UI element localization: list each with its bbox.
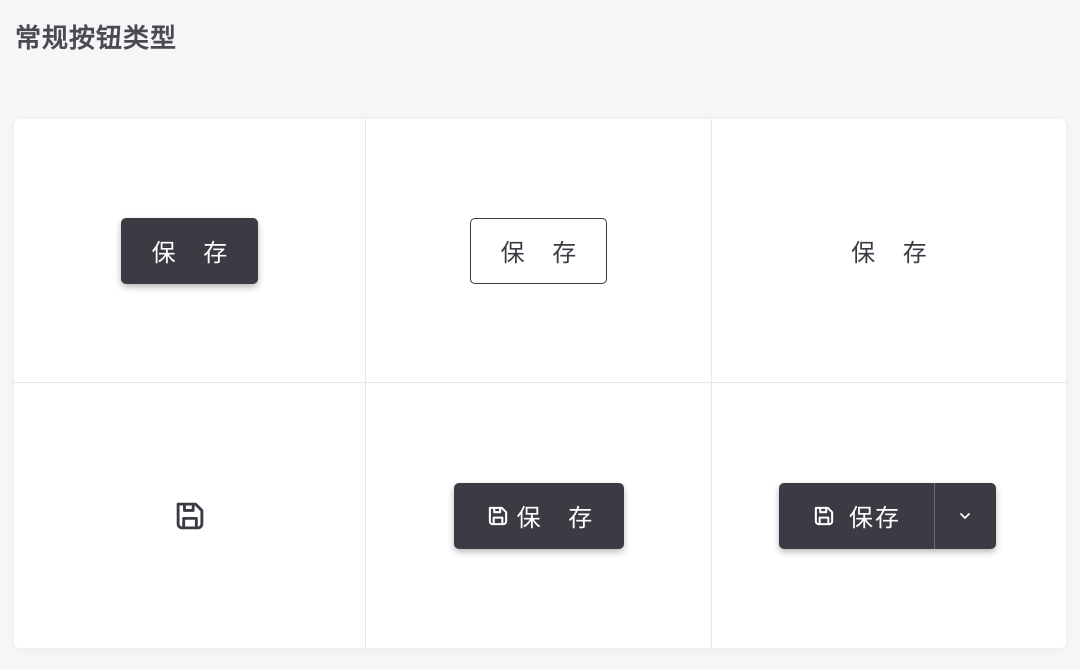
- cell-split-button: 保存: [712, 383, 1066, 648]
- button-showcase-panel: 保 存 保 存 保 存 保 存 保存: [14, 119, 1066, 648]
- save-button-outline[interactable]: 保 存: [470, 217, 607, 284]
- save-icon-button[interactable]: [162, 488, 218, 544]
- save-icon: [485, 503, 511, 529]
- cell-icon-button: [14, 383, 366, 648]
- page-title: 常规按钮类型: [15, 24, 178, 54]
- save-button-with-icon[interactable]: 保 存: [453, 482, 624, 549]
- save-button-text[interactable]: 保 存: [821, 218, 958, 284]
- save-button-solid-label: 保 存: [151, 239, 238, 267]
- save-button-with-icon-label: 保 存: [516, 504, 603, 532]
- cell-text-button: 保 存: [712, 119, 1066, 383]
- chevron-down-icon: [960, 512, 970, 519]
- save-icon: [811, 503, 837, 529]
- cell-outline-button: 保 存: [366, 119, 712, 383]
- cell-solid-button: 保 存: [14, 119, 366, 383]
- save-icon: [176, 502, 203, 529]
- split-save-button-main[interactable]: 保存: [779, 483, 934, 549]
- split-save-button: 保存: [778, 482, 996, 549]
- split-save-button-label: 保存: [849, 504, 901, 532]
- split-dropdown-toggle[interactable]: [935, 483, 996, 549]
- save-button-solid[interactable]: 保 存: [121, 217, 258, 284]
- save-button-outline-label: 保 存: [500, 239, 587, 267]
- save-button-text-label: 保 存: [851, 239, 937, 267]
- cell-icon-text-button: 保 存: [366, 383, 712, 648]
- button-grid: 保 存 保 存 保 存 保 存 保存: [14, 119, 1066, 648]
